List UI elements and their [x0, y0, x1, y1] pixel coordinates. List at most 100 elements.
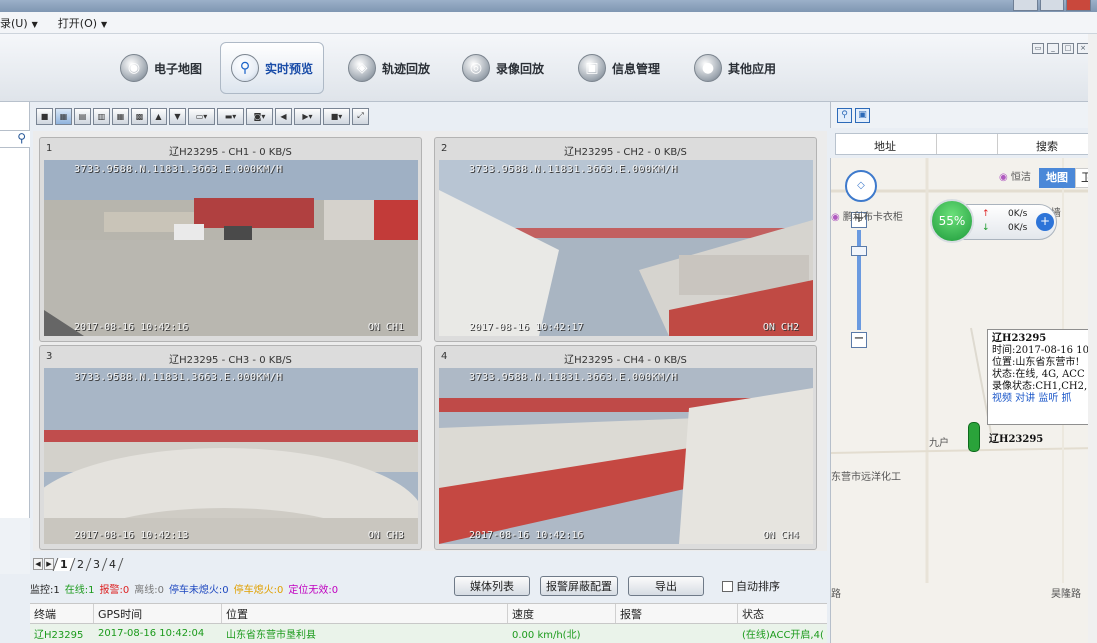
layout-9-button[interactable]: ▦ [112, 107, 129, 125]
map-type-button[interactable]: 地图 [1039, 168, 1075, 188]
stop-menu-button[interactable]: ■▾ [323, 107, 350, 125]
popup-plate: 辽H23295 [992, 333, 1047, 344]
column-header-alarm[interactable]: 报警 [616, 604, 738, 623]
map-view-bottom: 路 昊隆路 [830, 583, 1097, 643]
stream-menu-button[interactable]: ▭▾ [188, 107, 215, 125]
layout-16-button[interactable]: ▩ [131, 107, 148, 125]
cell-alarm [616, 624, 738, 643]
vehicle-info-popup: 辽H23295 时间:2017-08-16 10: 位置:山东省东营市! 状态:… [987, 329, 1097, 425]
map-save-icon[interactable]: ▣ [855, 108, 870, 123]
video-title: 辽H23295 - CH4 - 0 KB/S [564, 355, 687, 366]
nav-label: 录像回放 [496, 61, 545, 76]
video-panel-1[interactable]: 1 辽H23295 - CH1 - 0 KB/S 3733.9588.N.118… [39, 137, 422, 342]
status-stopped-engine-off: 停车熄火:0 [233, 584, 284, 596]
vertical-scrollbar[interactable] [1088, 34, 1097, 643]
status-gps-invalid: 定位无效:0 [288, 584, 339, 596]
play-menu-button[interactable]: ▶▾ [294, 107, 321, 125]
poi-place4: 九户 [929, 438, 949, 449]
video-header: 1 辽H23295 - CH1 - 0 KB/S [40, 138, 421, 160]
layout-6-button[interactable]: ▤ [74, 107, 91, 125]
page-tab-label: 4 [108, 557, 116, 571]
page-tab-4[interactable]: 4 [101, 557, 124, 571]
menu-item-login[interactable]: 录(U) ▼ [0, 15, 38, 31]
nav-electronic-map[interactable]: ◉ 电子地图 [110, 42, 212, 94]
vehicle-marker-label: 辽H23295 [989, 434, 1044, 445]
maximize-icon[interactable]: □ [1062, 43, 1074, 54]
video-title: 辽H23295 - CH3 - 0 KB/S [169, 355, 292, 366]
window-menu-button[interactable]: ▬▾ [217, 107, 244, 125]
sound-icon[interactable]: ◀ [275, 107, 292, 125]
capture-menu-button[interactable]: ◙▾ [246, 107, 273, 125]
video-osd-coords: 3733.9588.N.11831.3663.E.000KM/H [74, 164, 283, 175]
video-frame[interactable]: 3733.9588.N.11831.3663.E.000KM/H 2017-08… [44, 368, 418, 544]
map-search-icon[interactable]: ⚲ [837, 108, 852, 123]
device-search-input[interactable]: ⚲ [0, 130, 30, 148]
minimize-button[interactable] [1013, 0, 1038, 11]
video-panel-4[interactable]: 4 辽H23295 - CH4 - 0 KB/S 3733.9588.N.118… [434, 345, 817, 550]
device-list [0, 518, 30, 574]
layout-1-button[interactable]: ■ [36, 107, 53, 125]
popup-action-links[interactable]: 视频 对讲 监听 抓 [992, 393, 1097, 405]
video-title: 辽H23295 - CH1 - 0 KB/S [169, 147, 292, 158]
nav-live-preview[interactable]: ⚲ 实时预览 [220, 42, 325, 94]
column-header-status[interactable]: 状态 [738, 604, 827, 623]
menu-item-open[interactable]: 打开(O) ▼ [58, 15, 107, 31]
expand-gauge-icon[interactable]: + [1036, 213, 1054, 231]
media-list-button[interactable]: 媒体列表 [454, 576, 530, 596]
main-toolbar: ◉ 电子地图 ⚲ 实时预览 ◈ 轨迹回放 ◎ 录像回放 ▣ 信息管理 ● 其他应用 ▭ _ … [0, 34, 1097, 102]
panel-controls: ▭ _ □ × [1032, 43, 1089, 54]
alarm-shield-config-button[interactable]: 报警屏蔽配置 [540, 576, 618, 596]
map-view[interactable]: ◇ + − 地图 卫 ◉ 恒洁 ◉ 鹏利布卡衣柜 ◉ 鑫品工艺墙 九户 东营市远… [830, 158, 1097, 583]
zoom-out-button[interactable]: − [851, 332, 867, 348]
checkbox-box[interactable] [722, 580, 733, 592]
cell-speed: 0.00 km/h(北) [512, 630, 581, 641]
map-icon: ◉ [120, 54, 148, 82]
vehicle-marker-icon[interactable] [968, 422, 980, 452]
next-page-button[interactable]: ▼ [169, 107, 186, 125]
layout-8-button[interactable]: ▥ [93, 107, 110, 125]
poi-icon: ◉ [999, 172, 1008, 183]
zoom-slider-handle[interactable] [851, 246, 867, 256]
column-header-location[interactable]: 位置 [222, 604, 508, 623]
menu-bar: 录(U) ▼ 打开(O) ▼ [0, 12, 1097, 34]
minimize-icon[interactable]: _ [1047, 43, 1059, 54]
column-header-speed[interactable]: 速度 [508, 604, 616, 623]
address-input[interactable] [936, 134, 998, 154]
video-frame[interactable]: 3733.9588.N.11831.3663.E.000KM/H 2017-08… [44, 160, 418, 336]
nav-info-management[interactable]: ▣ 信息管理 [568, 42, 670, 94]
maximize-button[interactable] [1039, 0, 1065, 11]
map-search-button[interactable]: 搜索 [1036, 138, 1058, 154]
nav-other-apps[interactable]: ● 其他应用 [684, 42, 786, 94]
video-osd-time: 2017-08-16 10:42:17 [469, 322, 584, 333]
zoom-slider-track[interactable] [857, 230, 861, 330]
video-header: 3 辽H23295 - CH3 - 0 KB/S [40, 346, 421, 368]
auto-sort-checkbox[interactable]: 自动排序 [722, 578, 780, 594]
close-button[interactable] [1066, 0, 1092, 11]
layout-4-button[interactable]: ▦ [55, 107, 72, 125]
video-panel-2[interactable]: 2 辽H23295 - CH2 - 0 KB/S 3733.9588.N.118… [434, 137, 817, 342]
column-header-gps-time[interactable]: GPS时间 [94, 604, 222, 623]
upload-arrow-icon: ↑ [982, 209, 990, 219]
video-frame[interactable]: 3733.9588.N.11831.3663.E.000KM/H 2017-08… [439, 368, 813, 544]
poi-place1: ◉ 恒洁 [999, 168, 1031, 183]
search-icon[interactable]: ⚲ [17, 131, 26, 145]
apps-icon: ● [694, 54, 722, 82]
fullscreen-icon[interactable]: ⤢ [352, 107, 369, 125]
restore-icon[interactable]: ▭ [1032, 43, 1044, 54]
map-pan-control[interactable]: ◇ [845, 170, 877, 202]
video-panel-3[interactable]: 3 辽H23295 - CH3 - 0 KB/S 3733.9588.N.118… [39, 345, 422, 550]
video-frame[interactable]: 3733.9588.N.11831.3663.E.000KM/H 2017-08… [439, 160, 813, 336]
video-osd-channel: ON CH3 [367, 530, 404, 541]
page-tab-label: 2 [76, 557, 84, 571]
cell-location: 山东省东营市垦利县 [226, 630, 316, 641]
nav-video-playback[interactable]: ◎ 录像回放 [452, 42, 554, 94]
column-header-terminal[interactable]: 终端 [30, 604, 94, 623]
export-button[interactable]: 导出 [628, 576, 704, 596]
video-osd-channel: ON CH1 [367, 322, 404, 333]
table-row[interactable]: 辽H23295 2017-08-16 10:42:04 山东省东营市垦利县 0.… [30, 624, 827, 643]
map-search-bar: 地址 搜索 [835, 133, 1097, 155]
prev-page-button[interactable]: ▲ [150, 107, 167, 125]
info-icon: ▣ [578, 54, 606, 82]
tab-prev-arrow[interactable]: ◀ [33, 558, 43, 570]
nav-track-playback[interactable]: ◈ 轨迹回放 [338, 42, 440, 94]
